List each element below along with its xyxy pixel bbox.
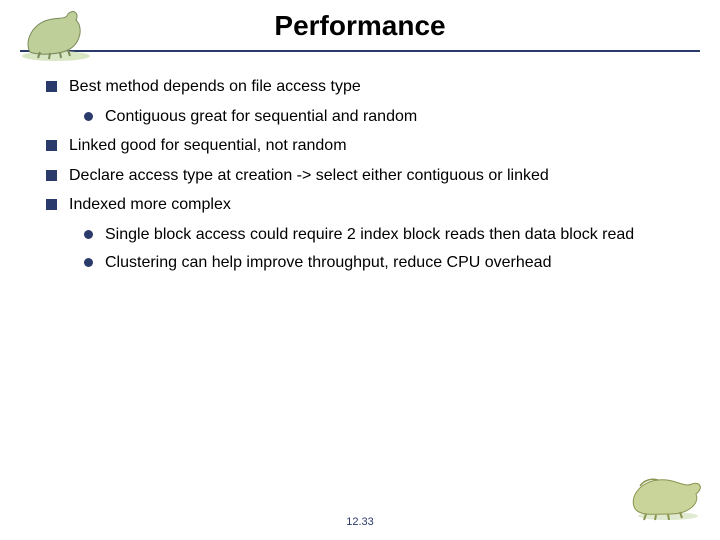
list-item-text: Indexed more complex — [69, 194, 231, 216]
list-item: Linked good for sequential, not random — [46, 135, 674, 157]
square-bullet-icon — [46, 199, 57, 210]
slide: Performance Best method depends on file … — [0, 0, 720, 540]
circle-bullet-icon — [84, 258, 93, 267]
sub-list-item: Clustering can help improve throughput, … — [84, 252, 674, 274]
content-area: Best method depends on file access type … — [0, 52, 720, 273]
list-item: Declare access type at creation -> selec… — [46, 165, 674, 187]
list-item: Best method depends on file access type — [46, 76, 674, 98]
page-number: 12.33 — [0, 516, 720, 528]
list-item-text: Best method depends on file access type — [69, 76, 361, 98]
dinosaur-logo-bottom-right-icon — [618, 466, 710, 522]
sub-list-item: Single block access could require 2 inde… — [84, 224, 674, 246]
sub-list-item-text: Single block access could require 2 inde… — [105, 224, 634, 246]
square-bullet-icon — [46, 140, 57, 151]
sub-list-item: Contiguous great for sequential and rand… — [84, 106, 674, 128]
sub-list-item-text: Contiguous great for sequential and rand… — [105, 106, 417, 128]
sub-list-item-text: Clustering can help improve throughput, … — [105, 252, 551, 274]
title-block: Performance — [0, 0, 720, 46]
square-bullet-icon — [46, 81, 57, 92]
list-item-text: Declare access type at creation -> selec… — [69, 165, 549, 187]
slide-title: Performance — [40, 10, 680, 42]
circle-bullet-icon — [84, 230, 93, 239]
list-item-text: Linked good for sequential, not random — [69, 135, 347, 157]
square-bullet-icon — [46, 170, 57, 181]
list-item: Indexed more complex — [46, 194, 674, 216]
circle-bullet-icon — [84, 112, 93, 121]
